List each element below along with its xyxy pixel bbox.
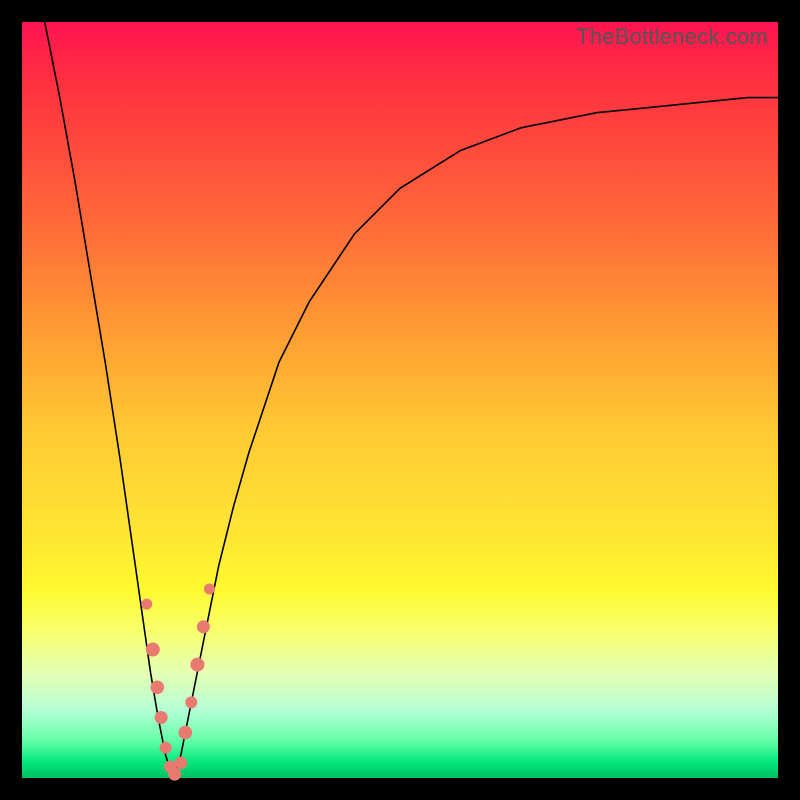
curve-marker [151, 681, 165, 695]
curve-marker [160, 742, 172, 754]
curve-marker [190, 658, 204, 672]
curve-marker [185, 696, 197, 708]
curve-marker [141, 599, 152, 610]
curve-marker [146, 643, 160, 657]
plot-area: TheBottleneck.com [22, 22, 778, 778]
curve-marker [155, 711, 168, 724]
bottleneck-curve [45, 22, 778, 778]
curve-marker [197, 620, 210, 633]
curve-marker [175, 757, 188, 770]
curve-marker [179, 726, 193, 740]
curve-marker [204, 584, 215, 595]
curve-marker [168, 768, 181, 781]
curve-svg [22, 22, 778, 778]
chart-frame: TheBottleneck.com [0, 0, 800, 800]
